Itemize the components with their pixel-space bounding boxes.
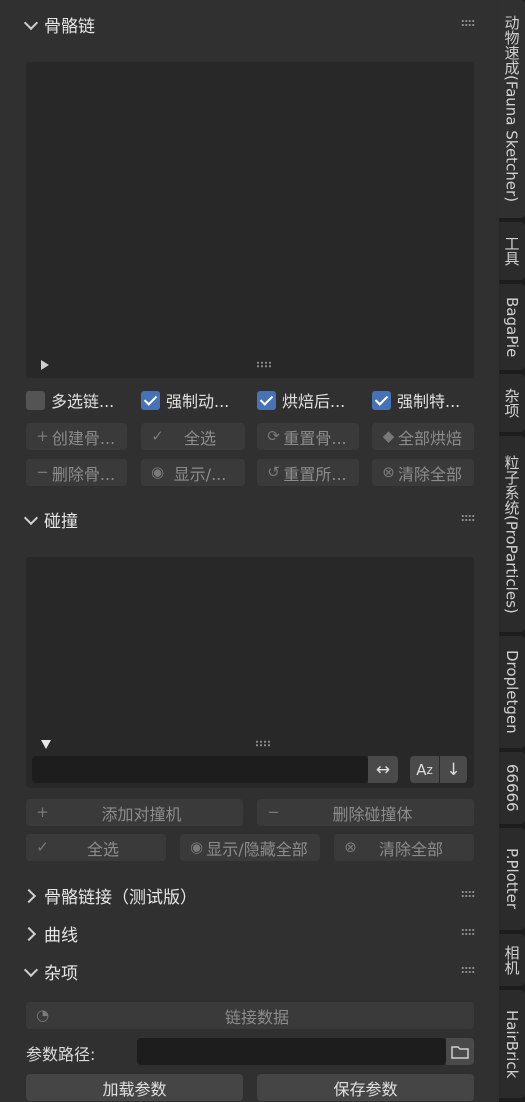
reset-all-button[interactable]: ↺ 重置所... — [257, 459, 359, 486]
drag-handle-icon[interactable] — [461, 890, 475, 898]
delete-bone-button[interactable]: − 删除骨... — [26, 459, 127, 486]
chevron-right-icon — [22, 886, 40, 904]
folder-browse-button[interactable] — [446, 1038, 474, 1065]
select-all-bones-button[interactable]: ✓ 全选 — [141, 423, 245, 450]
sort-alpha-icon[interactable]: Az — [410, 756, 439, 783]
chevron-down-icon — [22, 15, 40, 33]
add-collider-button[interactable]: + 添加对撞机 — [26, 799, 243, 826]
collision-list[interactable]: ↔ Az ↓ — [26, 557, 474, 788]
drag-handle-icon[interactable] — [461, 928, 475, 936]
select-all-colliders-button[interactable]: ✓ 全选 — [26, 834, 166, 861]
section-title: 曲线 — [44, 925, 78, 946]
bone-chain-list[interactable] — [26, 62, 474, 378]
blender-icon: ◔ — [35, 1006, 50, 1024]
minus-icon: − — [267, 803, 280, 821]
section-header-curve[interactable]: 曲线 — [22, 920, 78, 946]
section-header-misc[interactable]: 杂项 — [22, 958, 78, 984]
section-title: 杂项 — [44, 963, 78, 984]
check-icon: ✓ — [151, 427, 164, 445]
drag-handle-icon[interactable] — [461, 19, 475, 27]
expand-arrow-icon[interactable] — [41, 740, 51, 749]
folder-icon — [451, 1045, 469, 1059]
checkbox-force-anim[interactable]: 强制动... — [141, 388, 229, 412]
show-hide-bones-button[interactable]: ◉ 显示/... — [141, 459, 245, 486]
checkbox-box[interactable] — [26, 390, 45, 410]
check-icon: ✓ — [36, 838, 49, 856]
section-header-collision[interactable]: 碰撞 — [22, 506, 78, 532]
section-header-bone-link[interactable]: 骨骼链接（测试版） — [22, 882, 197, 908]
tab-66666[interactable]: 66666 — [499, 752, 525, 824]
chevron-down-icon — [22, 962, 40, 980]
section-header-bone-chain[interactable]: 骨骼链 — [22, 11, 95, 37]
tab-proparticles[interactable]: 粒子系统(ProParticles) — [499, 436, 525, 632]
param-path-label: 参数路径: — [26, 1045, 96, 1064]
play-arrow-icon[interactable] — [41, 360, 49, 370]
save-params-button[interactable]: 保存参数 — [257, 1074, 474, 1101]
sort-down-icon[interactable]: ↓ — [440, 756, 467, 783]
link-data-button[interactable]: ◔ 链接数据 — [26, 1002, 474, 1029]
resize-grip-icon[interactable] — [255, 740, 271, 747]
plus-icon: + — [36, 427, 49, 445]
tab-bagapie[interactable]: BagaPie — [499, 284, 525, 370]
checkbox-box[interactable] — [372, 390, 391, 410]
checkbox-label: 烘焙后... — [282, 392, 346, 411]
reset-all-icon: ↺ — [267, 463, 280, 481]
checkbox-box[interactable] — [257, 390, 276, 410]
param-path-input[interactable] — [137, 1038, 446, 1065]
plus-icon: + — [36, 803, 49, 821]
checkbox-label: 强制特... — [397, 392, 461, 411]
chevron-down-icon — [22, 510, 40, 528]
collision-filter-input[interactable] — [32, 756, 368, 783]
reset-bone-button[interactable]: ⟳ 重置骨... — [257, 423, 359, 450]
toggle-all-colliders-button[interactable]: ◉ 显示/隐藏全部 — [180, 834, 320, 861]
tab-camera[interactable]: 相机 — [499, 934, 525, 986]
bake-all-button[interactable]: ◆ 全部烘焙 — [372, 423, 474, 450]
drag-handle-icon[interactable] — [461, 966, 475, 974]
chevron-right-icon — [22, 924, 40, 942]
checkbox-box[interactable] — [141, 390, 160, 410]
tab-hairbrick[interactable]: HairBrick — [499, 990, 525, 1098]
properties-panel: 骨骼链 多选链... 强制动... 烘焙后... 强制特... + 创建骨...… — [0, 0, 497, 1102]
clear-all-bones-button[interactable]: ⊗ 清除全部 — [372, 459, 474, 486]
x-circle-icon: ⊗ — [344, 838, 357, 856]
tab-fauna-sketcher[interactable]: 动物速成(Fauna Sketcher) — [499, 0, 525, 218]
drag-handle-icon[interactable] — [461, 514, 475, 522]
resize-grip-icon[interactable] — [256, 361, 272, 368]
tab-tools[interactable]: 工具 — [499, 222, 525, 280]
x-circle-icon: ⊗ — [382, 463, 395, 481]
section-title: 碰撞 — [44, 511, 78, 532]
checkbox-force-special[interactable]: 强制特... — [372, 388, 460, 412]
tab-pplotter[interactable]: P.Plotter — [499, 828, 525, 930]
section-title: 骨骼链 — [44, 16, 95, 37]
eye-icon: ◉ — [150, 463, 165, 481]
create-bone-button[interactable]: + 创建骨... — [26, 423, 127, 450]
eye-icon: ◉ — [189, 838, 204, 856]
tab-dropletgen[interactable]: Dropletgen — [499, 636, 525, 748]
clear-all-colliders-button[interactable]: ⊗ 清除全部 — [334, 834, 474, 861]
checkbox-label: 强制动... — [166, 392, 230, 411]
swap-arrows-icon[interactable]: ↔ — [368, 756, 398, 783]
checkbox-after-bake[interactable]: 烘焙后... — [257, 388, 345, 412]
section-title: 骨骼链接（测试版） — [44, 887, 197, 908]
remove-collider-button[interactable]: − 删除碰撞体 — [257, 799, 474, 826]
minus-icon: − — [36, 463, 49, 481]
diamond-icon: ◆ — [382, 427, 395, 445]
tab-misc[interactable]: 杂项 — [499, 374, 525, 432]
checkbox-multi-select-chain[interactable]: 多选链... — [26, 388, 114, 412]
refresh-icon: ⟳ — [267, 427, 280, 445]
checkbox-label: 多选链... — [51, 392, 115, 411]
load-params-button[interactable]: 加载参数 — [26, 1074, 243, 1101]
